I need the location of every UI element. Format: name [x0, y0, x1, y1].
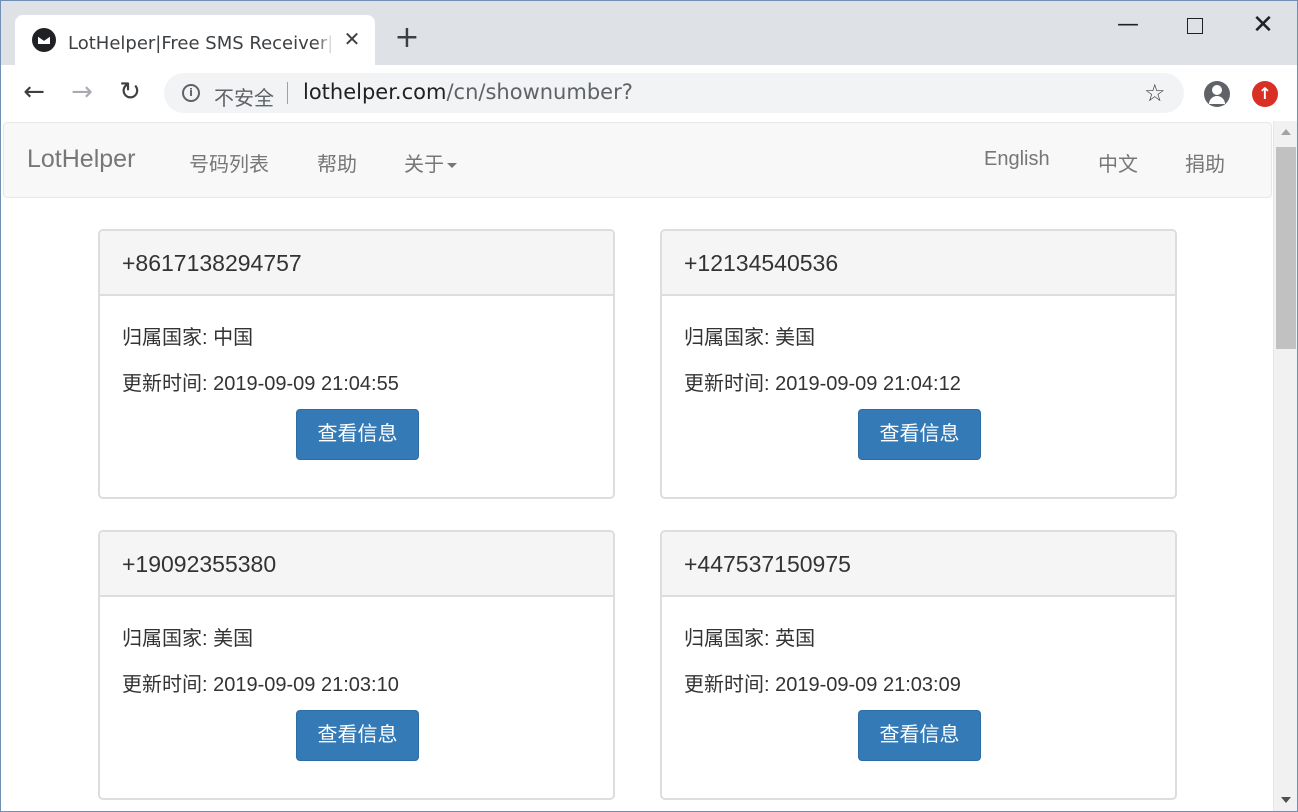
nav-chinese[interactable]: 中文	[1098, 148, 1138, 177]
number-card: +8617138294757 归属国家: 中国 更新时间: 2019-09-09…	[98, 229, 615, 499]
site-navbar: LotHelper 号码列表 帮助 关于 English 中文 捐助	[3, 122, 1272, 198]
nav-help[interactable]: 帮助	[317, 148, 357, 177]
forward-arrow-icon[interactable]: →	[69, 79, 95, 105]
scroll-up-arrow-icon[interactable]	[1281, 129, 1291, 135]
back-arrow-icon[interactable]: ←	[21, 79, 47, 105]
view-messages-button[interactable]: 查看信息	[296, 710, 419, 761]
nav-about-dropdown[interactable]: 关于	[404, 148, 457, 177]
address-bar[interactable]: i 不安全 lothelper.com/cn/shownumber? ☆	[164, 73, 1184, 113]
page-viewport: LotHelper 号码列表 帮助 关于 English 中文 捐助 +8617…	[2, 121, 1273, 811]
url-host: lothelper.com	[303, 80, 447, 104]
tab-close-icon[interactable]: ✕	[342, 29, 362, 49]
profile-avatar-icon[interactable]	[1204, 81, 1230, 107]
minimize-button[interactable]: —	[1113, 11, 1143, 39]
update-arrow-icon[interactable]: ↑	[1252, 81, 1278, 107]
nav-number-list[interactable]: 号码列表	[189, 148, 269, 177]
tab-title: LotHelper|Free SMS Receiver|免费短信接收	[68, 29, 334, 53]
updated-time-text: 更新时间: 2019-09-09 21:03:10	[122, 674, 399, 696]
view-messages-button[interactable]: 查看信息	[858, 710, 981, 761]
window-close-button[interactable]: ✕	[1248, 11, 1278, 39]
number-card-heading: +12134540536	[662, 231, 1175, 296]
url-text[interactable]: lothelper.com/cn/shownumber?	[303, 80, 633, 104]
country-text: 归属国家: 美国	[122, 628, 254, 650]
country-text: 归属国家: 美国	[684, 327, 816, 349]
number-card-heading: +19092355380	[100, 532, 613, 597]
number-card: +12134540536 归属国家: 美国 更新时间: 2019-09-09 2…	[660, 229, 1177, 499]
vertical-scrollbar[interactable]	[1273, 121, 1297, 811]
phone-number: +447537150975	[684, 551, 851, 577]
number-card-heading: +8617138294757	[100, 231, 613, 296]
nav-about-label: 关于	[404, 154, 444, 176]
country-text: 归属国家: 英国	[684, 628, 816, 650]
mail-favicon-icon	[32, 28, 56, 52]
nav-donate[interactable]: 捐助	[1185, 148, 1225, 177]
maximize-button[interactable]	[1179, 11, 1209, 39]
tab-strip: LotHelper|Free SMS Receiver|免费短信接收 ✕ + —…	[1, 1, 1297, 65]
scroll-down-arrow-icon[interactable]	[1281, 797, 1291, 803]
number-card: +19092355380 归属国家: 美国 更新时间: 2019-09-09 2…	[98, 530, 615, 800]
address-separator	[287, 82, 288, 104]
number-card-heading: +447537150975	[662, 532, 1175, 597]
updated-time-text: 更新时间: 2019-09-09 21:04:55	[122, 373, 399, 395]
bookmark-star-icon[interactable]: ☆	[1144, 80, 1166, 106]
info-icon[interactable]: i	[182, 84, 200, 102]
nav-english[interactable]: English	[984, 148, 1050, 171]
scrollbar-thumb[interactable]	[1276, 147, 1296, 349]
site-brand[interactable]: LotHelper	[27, 145, 135, 174]
view-messages-button[interactable]: 查看信息	[858, 409, 981, 460]
updated-time-text: 更新时间: 2019-09-09 21:04:12	[684, 373, 961, 395]
phone-number: +12134540536	[684, 250, 839, 276]
browser-window: LotHelper|Free SMS Receiver|免费短信接收 ✕ + —…	[0, 0, 1298, 812]
browser-tab[interactable]: LotHelper|Free SMS Receiver|免费短信接收 ✕	[15, 15, 375, 65]
url-path: /cn/shownumber?	[446, 80, 633, 104]
caret-down-icon	[447, 163, 457, 169]
updated-time-text: 更新时间: 2019-09-09 21:03:09	[684, 674, 961, 696]
phone-number: +8617138294757	[122, 250, 302, 276]
number-card: +447537150975 归属国家: 英国 更新时间: 2019-09-09 …	[660, 530, 1177, 800]
new-tab-button[interactable]: +	[394, 23, 420, 53]
country-text: 归属国家: 中国	[122, 327, 254, 349]
security-label[interactable]: 不安全	[214, 82, 274, 111]
browser-toolbar: ← → ↻ i 不安全 lothelper.com/cn/shownumber?…	[1, 65, 1297, 121]
reload-icon[interactable]: ↻	[117, 79, 143, 105]
view-messages-button[interactable]: 查看信息	[296, 409, 419, 460]
phone-number: +19092355380	[122, 551, 277, 577]
